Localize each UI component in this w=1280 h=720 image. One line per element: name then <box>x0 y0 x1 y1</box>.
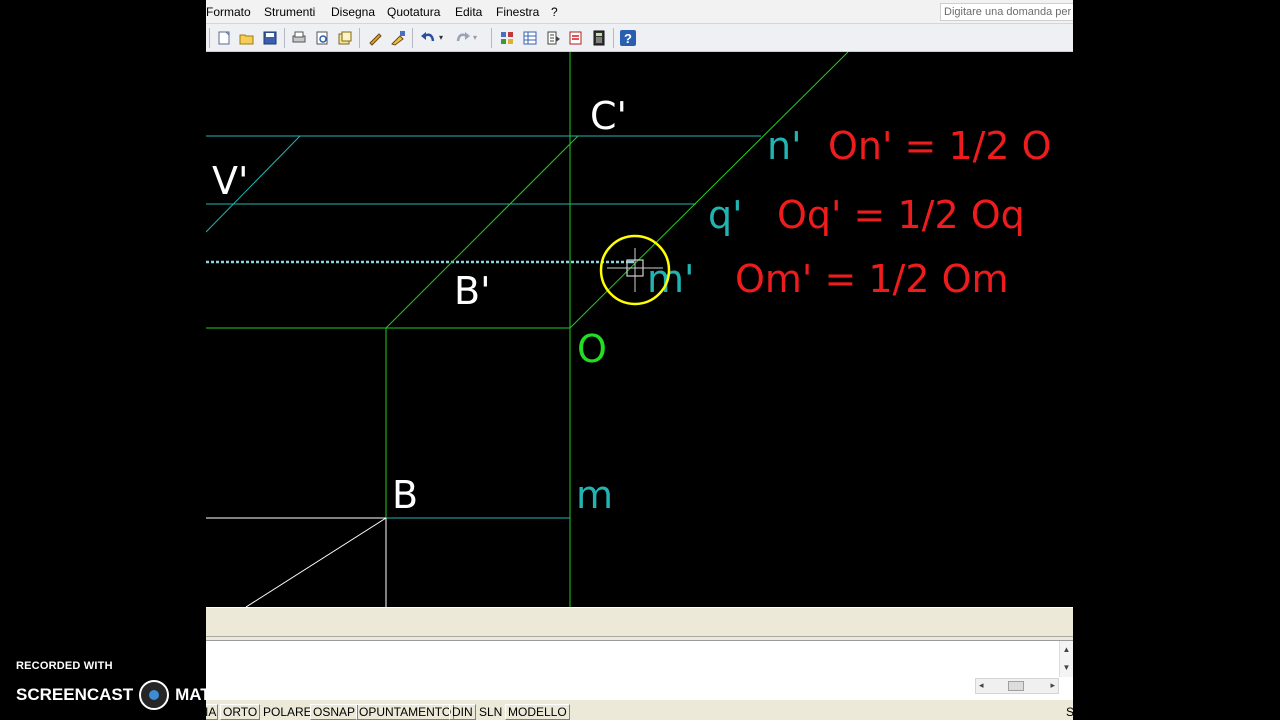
status-osnap[interactable]: OSNAP <box>310 704 359 720</box>
label-c-prime: C' <box>590 94 627 138</box>
label-o: O <box>577 327 607 371</box>
menu-disegna[interactable]: Disegna <box>331 5 375 19</box>
plot-preview-icon[interactable] <box>311 27 333 49</box>
label-m: m <box>576 473 613 517</box>
status-sln[interactable]: SLN <box>476 704 505 720</box>
status-bar: IA ORTO POLARE OSNAP OPUNTAMENTO DIN SLN… <box>206 703 1073 720</box>
label-n-prime: n' <box>767 124 802 168</box>
watermark-brand-left: SCREENCAST <box>16 685 134 704</box>
status-modello[interactable]: MODELLO <box>505 704 570 720</box>
status-right-label: S <box>1066 705 1073 719</box>
status-opuntamento[interactable]: OPUNTAMENTO <box>356 704 455 720</box>
open-icon[interactable] <box>236 27 258 49</box>
label-m-prime: m' <box>647 257 694 301</box>
scroll-left-icon[interactable]: ◂ <box>979 680 984 691</box>
layout-tabs-bar <box>206 607 1073 637</box>
command-line-scrollbar[interactable]: ▲ ▼ <box>1059 641 1073 677</box>
screencast-watermark: RECORDED WITH SCREENCAST MATIC <box>16 660 228 710</box>
label-b-prime: B' <box>454 269 491 313</box>
new-icon[interactable] <box>213 27 235 49</box>
design-center-icon[interactable] <box>496 27 518 49</box>
label-v-prime: V' <box>212 159 248 203</box>
scroll-right-icon[interactable]: ▸ <box>1050 680 1055 691</box>
properties-icon[interactable] <box>519 27 541 49</box>
menu-formato[interactable]: Formato <box>206 5 251 19</box>
scroll-thumb[interactable] <box>1008 681 1024 691</box>
help-search-input[interactable]: Digitare una domanda per l'assistenza <box>940 3 1073 21</box>
help-icon[interactable]: ? <box>617 27 639 49</box>
scroll-down-icon[interactable]: ▼ <box>1060 659 1073 677</box>
calculator-icon[interactable] <box>588 27 610 49</box>
menu-finestra[interactable]: Finestra <box>496 5 539 19</box>
menu-bar: Formato Strumenti Disegna Quotatura Edit… <box>206 0 1073 24</box>
menu-strumenti[interactable]: Strumenti <box>264 5 315 19</box>
undo-dropdown-icon[interactable]: ▾ <box>436 27 446 49</box>
label-b: B <box>392 473 418 517</box>
match-properties-icon[interactable] <box>387 27 409 49</box>
menu-quotatura[interactable]: Quotatura <box>387 5 440 19</box>
status-din[interactable]: DIN <box>449 704 476 720</box>
redo-dropdown-icon[interactable]: ▾ <box>470 27 480 49</box>
drawing-canvas[interactable]: C' V' B' B O m n' q' m' On' = 1/2 O Oq' … <box>206 52 1073 607</box>
formula-q: Oq' = 1/2 Oq <box>777 193 1025 237</box>
toolbar-separator <box>359 28 360 48</box>
formula-m: Om' = 1/2 Om <box>735 257 1009 301</box>
application-window: Formato Strumenti Disegna Quotatura Edit… <box>206 0 1073 720</box>
toolbar-separator <box>613 28 614 48</box>
command-line[interactable]: ▲ ▼ ◂ ▸ <box>206 640 1073 700</box>
save-icon[interactable] <box>259 27 281 49</box>
pencil-icon[interactable] <box>364 27 386 49</box>
standard-toolbar: ▾ ▾ ? <box>206 24 1073 52</box>
toolbar-separator <box>491 28 492 48</box>
menu-edita[interactable]: Edita <box>455 5 482 19</box>
scroll-up-icon[interactable]: ▲ <box>1060 641 1073 659</box>
line-b-diagonal <box>245 517 387 607</box>
publish-icon[interactable] <box>334 27 356 49</box>
toolbar-separator <box>412 28 413 48</box>
status-polare[interactable]: POLARE <box>260 704 315 720</box>
watermark-line1: RECORDED WITH <box>16 660 113 672</box>
toolbar-separator <box>284 28 285 48</box>
formula-n: On' = 1/2 O <box>828 124 1052 168</box>
horizontal-scrollbar[interactable]: ◂ ▸ <box>975 678 1059 694</box>
svg-text:?: ? <box>624 31 632 46</box>
record-dot-icon <box>139 680 170 710</box>
drawing-svg: C' V' B' B O m n' q' m' On' = 1/2 O Oq' … <box>206 52 1052 607</box>
menu-help[interactable]: ? <box>551 5 558 19</box>
markup-icon[interactable] <box>565 27 587 49</box>
watermark-brand-right: MATIC <box>175 685 228 704</box>
label-q-prime: q' <box>708 193 743 237</box>
tool-palette-icon[interactable] <box>542 27 564 49</box>
toolbar-grip <box>209 28 210 48</box>
plot-icon[interactable] <box>288 27 310 49</box>
